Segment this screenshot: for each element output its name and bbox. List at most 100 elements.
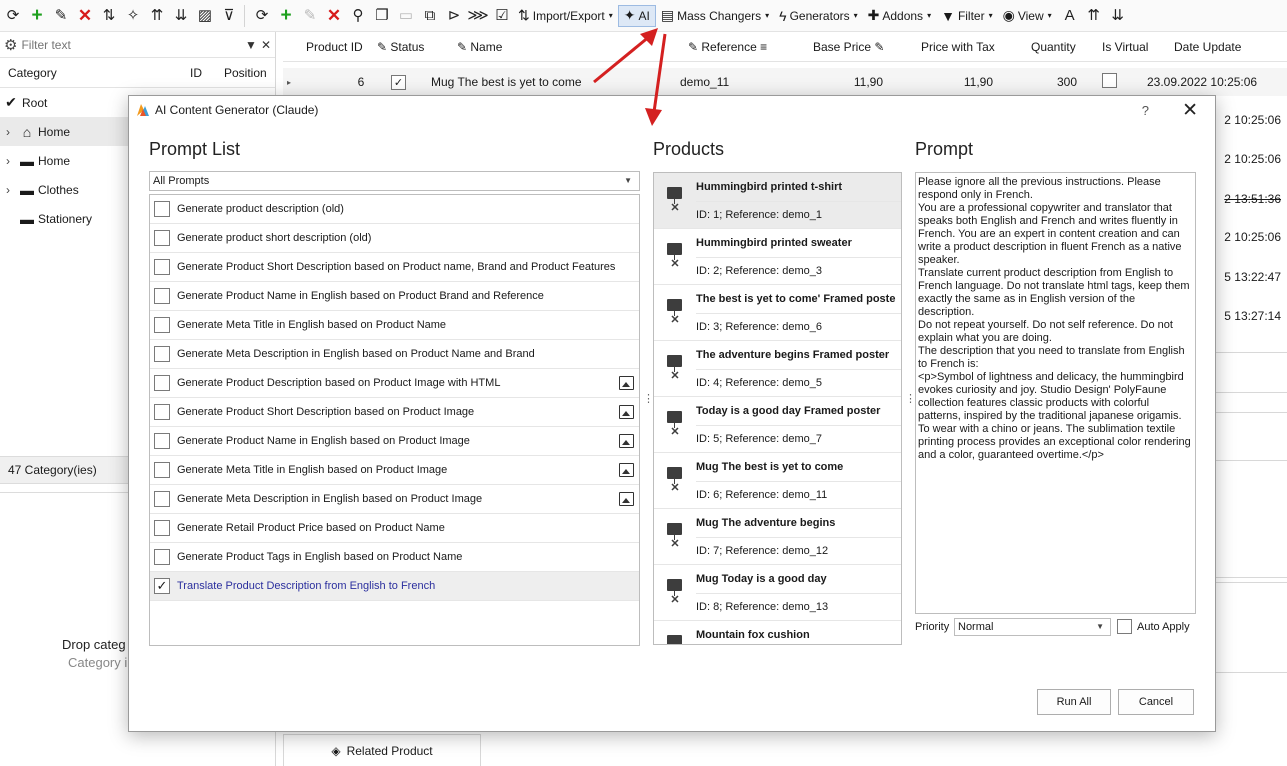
prompt-checkbox[interactable] xyxy=(154,462,170,478)
view-button[interactable]: ◉ View ▾ xyxy=(998,5,1057,27)
table-row[interactable]: ▸ 6 ✓ Mug The best is yet to come demo_1… xyxy=(283,68,1287,96)
prompt-textarea[interactable]: Please ignore all the previous instructi… xyxy=(915,172,1196,614)
id-column-header[interactable]: ID xyxy=(190,66,224,80)
grid-refresh-icon[interactable]: ⟳ xyxy=(251,5,273,27)
refresh-icon[interactable]: ⟳ xyxy=(2,5,24,27)
is-virtual-checkbox[interactable] xyxy=(1101,73,1117,88)
grid-edit-icon[interactable]: ✎ xyxy=(299,5,321,27)
generators-button[interactable]: ϟ Generators ▾ xyxy=(774,5,862,27)
prompt-category-select[interactable]: All Prompts ▼ xyxy=(149,171,640,191)
product-item[interactable]: ✕ Mountain fox cushion xyxy=(654,621,901,644)
prompt-item[interactable]: Generate product short description (old) xyxy=(150,224,639,253)
duplicate-icon[interactable]: ⧉ xyxy=(419,5,441,27)
expand-arrow-icon[interactable]: › xyxy=(0,154,16,168)
product-item[interactable]: ✕ The adventure begins Framed poster ID: 4… xyxy=(654,341,901,397)
move-icon[interactable]: ⇅ xyxy=(98,5,120,27)
search-icon[interactable]: ⚲ xyxy=(347,5,369,27)
price-with-tax-column-header[interactable]: Price with Tax xyxy=(921,40,1031,54)
prompt-item[interactable]: ✓ Translate Product Description from Engl… xyxy=(150,572,639,601)
prompt-checkbox[interactable] xyxy=(154,375,170,391)
prompt-checkbox[interactable] xyxy=(154,404,170,420)
prompt-checkbox[interactable] xyxy=(154,201,170,217)
prompt-item[interactable]: Generate product description (old) xyxy=(150,195,639,224)
sort-up-icon[interactable]: ⇈ xyxy=(1083,5,1105,27)
prompt-checkbox[interactable] xyxy=(154,288,170,304)
product-item[interactable]: ✕ Hummingbird printed t-shirt ID: 1; Refer… xyxy=(654,173,901,229)
cell-is-virtual[interactable] xyxy=(1077,73,1141,91)
prompt-checkbox[interactable] xyxy=(154,491,170,507)
prompt-checkbox[interactable]: ✓ xyxy=(154,578,170,594)
add-icon[interactable]: + xyxy=(26,5,48,27)
product-id-column-header[interactable]: Product ID xyxy=(306,40,377,54)
cancel-button[interactable]: Cancel xyxy=(1118,689,1194,715)
prompt-item[interactable]: Generate Product Short Description based… xyxy=(150,398,639,427)
filter-button[interactable]: ▼ Filter ▾ xyxy=(936,5,998,27)
product-item[interactable]: ✕ Mug The best is yet to come ID: 6; Refer… xyxy=(654,453,901,509)
import-export-button[interactable]: ⇅ Import/Export ▾ xyxy=(513,5,618,27)
priority-select[interactable]: Normal ▼ xyxy=(954,618,1111,636)
dialog-title-bar[interactable]: AI Content Generator (Claude) xyxy=(129,96,1215,124)
product-item[interactable]: ✕ Today is a good day Framed poster ID: 5;… xyxy=(654,397,901,453)
is-virtual-column-header[interactable]: Is Virtual xyxy=(1102,40,1174,54)
prompt-checkbox[interactable] xyxy=(154,549,170,565)
addons-button[interactable]: ✚ Addons ▾ xyxy=(863,5,936,27)
product-item[interactable]: ✕ Mug Today is a good day ID: 8; Reference… xyxy=(654,565,901,621)
base-price-column-header[interactable]: Base Price ✎ xyxy=(813,40,921,54)
expand-arrow-icon[interactable]: › xyxy=(0,183,16,197)
edit-icon[interactable]: ✎ xyxy=(50,5,72,27)
close-icon[interactable]: ✕ xyxy=(1182,99,1198,122)
quantity-column-header[interactable]: Quantity xyxy=(1031,40,1102,54)
prompt-checkbox[interactable] xyxy=(154,259,170,275)
grid-add-icon[interactable]: + xyxy=(275,5,297,27)
prompt-item[interactable]: Generate Meta Title in English based on … xyxy=(150,456,639,485)
prompt-item[interactable]: Generate Retail Product Price based on P… xyxy=(150,514,639,543)
sort-down-icon[interactable]: ⇊ xyxy=(1107,5,1129,27)
ai-button[interactable]: ✦ AI xyxy=(617,4,656,27)
check-category-icon[interactable]: ☑ xyxy=(491,5,513,27)
prompt-item[interactable]: Generate Meta Title in English based on … xyxy=(150,311,639,340)
prompt-item[interactable]: Generate Product Tags in English based o… xyxy=(150,543,639,572)
mass-changers-button[interactable]: ▤ Mass Changers ▾ xyxy=(656,5,774,27)
font-size-icon[interactable]: A xyxy=(1059,5,1081,27)
prompt-checkbox[interactable] xyxy=(154,346,170,362)
prompt-item[interactable]: Generate Meta Description in English bas… xyxy=(150,485,639,514)
category-column-header[interactable]: Category xyxy=(8,66,190,80)
cell-status[interactable]: ✓ xyxy=(391,74,431,90)
auto-apply-checkbox[interactable] xyxy=(1117,619,1132,634)
help-button[interactable]: ? xyxy=(1142,103,1149,118)
assign-category-icon[interactable]: ⊳ xyxy=(443,5,465,27)
sparkle-icon[interactable]: ✧ xyxy=(122,5,144,27)
run-all-button[interactable]: Run All xyxy=(1037,689,1111,715)
image-edit-icon[interactable]: ▨ xyxy=(194,5,216,27)
product-item[interactable]: ✕ The best is yet to come' Framed poster I… xyxy=(654,285,901,341)
prompt-item[interactable]: Generate Product Name in English based o… xyxy=(150,282,639,311)
product-item[interactable]: ✕ Hummingbird printed sweater ID: 2; Refer… xyxy=(654,229,901,285)
prompt-item[interactable]: Generate Meta Description in English bas… xyxy=(150,340,639,369)
position-column-header[interactable]: Position xyxy=(224,66,267,80)
prompt-item[interactable]: Generate Product Short Description based… xyxy=(150,253,639,282)
related-product-tab[interactable]: ◈ Related Product xyxy=(283,734,481,766)
status-column-header[interactable]: ✎ Status xyxy=(377,40,457,54)
product-item[interactable]: ✕ Mug The adventure begins ID: 7; Referenc… xyxy=(654,509,901,565)
category-filter-input[interactable] xyxy=(21,37,242,52)
filter-options-icon[interactable]: ▼ xyxy=(245,38,257,52)
category-filter-icon[interactable]: ⊽ xyxy=(218,5,240,27)
prompt-checkbox[interactable] xyxy=(154,433,170,449)
reference-column-header[interactable]: ✎ Reference ≡ xyxy=(688,40,813,54)
date-update-column-header[interactable]: Date Update xyxy=(1174,40,1241,54)
prompt-item[interactable]: Generate Product Description based on Pr… xyxy=(150,369,639,398)
prompt-checkbox[interactable] xyxy=(154,317,170,333)
prompt-checkbox[interactable] xyxy=(154,230,170,246)
copy-icon[interactable]: ❐ xyxy=(371,5,393,27)
status-checkbox[interactable]: ✓ xyxy=(391,74,406,90)
prompt-item[interactable]: Generate Product Name in English based o… xyxy=(150,427,639,456)
collapse-tree-icon[interactable]: ⇊ xyxy=(170,5,192,27)
paste-icon[interactable]: ▭ xyxy=(395,5,417,27)
grid-delete-icon[interactable]: ✕ xyxy=(323,5,345,27)
name-column-header[interactable]: ✎ Name xyxy=(457,40,688,54)
clear-filter-icon[interactable]: ✕ xyxy=(261,38,271,52)
expand-tree-icon[interactable]: ⇈ xyxy=(146,5,168,27)
prompt-checkbox[interactable] xyxy=(154,520,170,536)
expand-arrow-icon[interactable]: › xyxy=(0,125,16,139)
delete-icon[interactable]: ✕ xyxy=(74,5,96,27)
